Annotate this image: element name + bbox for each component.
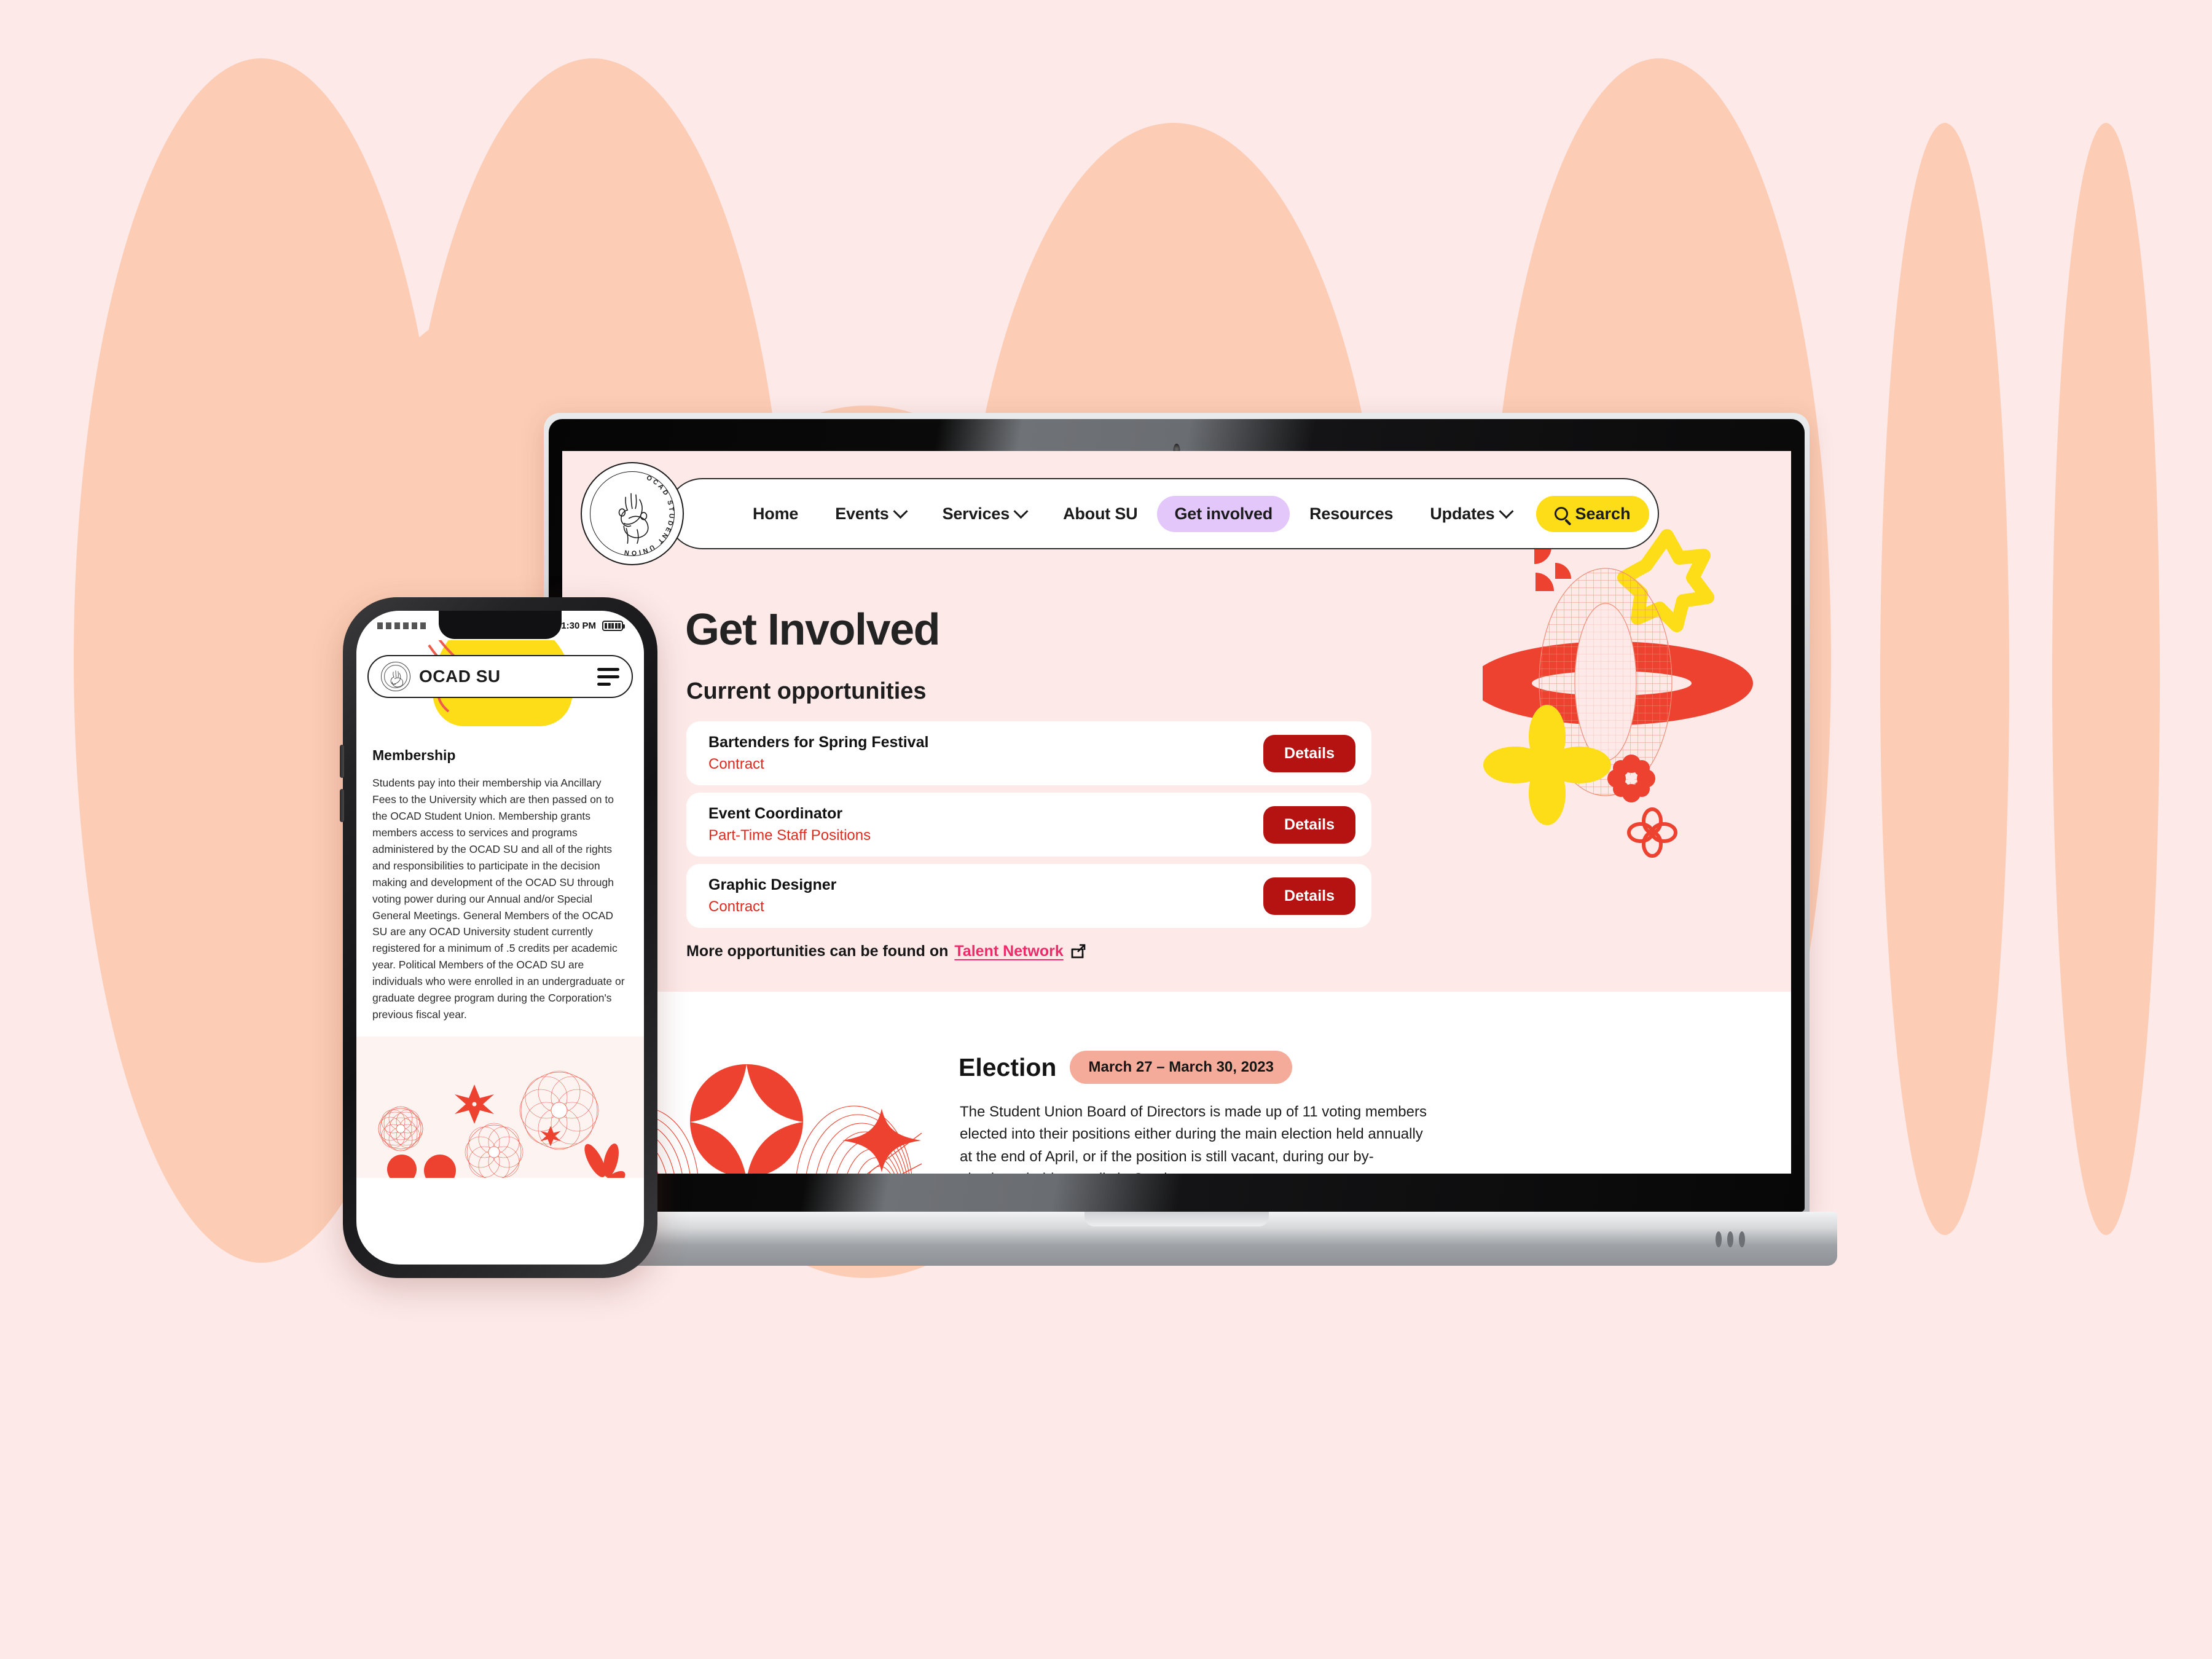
chevron-down-icon xyxy=(1013,503,1029,519)
opportunities-list: Bartenders for Spring Festival Contract … xyxy=(686,721,1371,935)
nav-item-get-involved[interactable]: Get involved xyxy=(1157,495,1290,532)
signal-bars-icon xyxy=(377,622,426,629)
opportunity-type: Contract xyxy=(708,898,764,915)
hamburger-menu-icon[interactable] xyxy=(597,667,619,686)
opportunity-card[interactable]: Bartenders for Spring Festival Contract … xyxy=(686,721,1371,785)
laptop-base xyxy=(516,1212,1837,1266)
phone-footer-decoration xyxy=(356,1037,644,1179)
nav-item-about-su[interactable]: About SU xyxy=(1046,496,1155,532)
nav-label: Resources xyxy=(1309,504,1394,523)
nav-item-updates[interactable]: Updates xyxy=(1413,496,1528,532)
opportunity-card[interactable]: Graphic Designer Contract Details xyxy=(686,864,1371,928)
phone-article: Membership Students pay into their membe… xyxy=(356,747,644,1024)
nav-label: Services xyxy=(942,504,1010,523)
opportunity-title: Bartenders for Spring Festival xyxy=(708,734,929,751)
phone-mockup: 1:30 PM OCAD SU Membership Students pay … xyxy=(340,597,657,1278)
election-heading: Election xyxy=(959,1053,1057,1081)
laptop-screen: OCAD STUDENT UNION Home Events Services … xyxy=(562,451,1791,1174)
search-icon xyxy=(1554,507,1568,520)
opportunity-info: Event Coordinator Part-Time Staff Positi… xyxy=(708,805,871,844)
nav-label: About SU xyxy=(1063,504,1138,523)
phone-notch xyxy=(439,611,562,639)
opportunity-title: Event Coordinator xyxy=(708,805,843,822)
nav-item-events[interactable]: Events xyxy=(818,496,922,532)
chevron-down-icon xyxy=(1498,503,1514,519)
svg-text:OCAD STUDENT UNION: OCAD STUDENT UNION xyxy=(622,474,675,556)
election-header: Election March 27 – March 30, 2023 xyxy=(959,1051,1292,1084)
election-date-badge: March 27 – March 30, 2023 xyxy=(1070,1051,1292,1084)
talent-network-link[interactable]: Talent Network xyxy=(954,943,1063,960)
phone-brand-label: OCAD SU xyxy=(419,667,501,686)
site-header: OCAD STUDENT UNION Home Events Services … xyxy=(581,462,1659,565)
page-title: Get Involved xyxy=(685,605,941,654)
chevron-down-icon xyxy=(893,503,908,519)
more-opportunities-line: More opportunities can be found on Talen… xyxy=(686,943,1086,960)
get-involved-section: OCAD STUDENT UNION Home Events Services … xyxy=(562,451,1791,992)
ocad-seal-icon[interactable] xyxy=(381,662,410,691)
phone-hero-graphic: OCAD SU xyxy=(356,640,644,731)
opportunity-card[interactable]: Event Coordinator Part-Time Staff Positi… xyxy=(686,793,1371,857)
nav-label: Home xyxy=(753,504,799,523)
status-right: 1:30 PM xyxy=(561,620,625,631)
phone-screen: 1:30 PM OCAD SU Membership Students pay … xyxy=(356,611,644,1265)
laptop-ports xyxy=(1716,1231,1745,1247)
status-time: 1:30 PM xyxy=(561,620,596,631)
phone-volume-button[interactable] xyxy=(340,789,344,822)
section-subtitle: Current opportunities xyxy=(686,678,927,704)
ocad-su-logo[interactable]: OCAD STUDENT UNION xyxy=(581,462,684,565)
election-section: Election March 27 – March 30, 2023 The S… xyxy=(562,992,1791,1174)
opportunity-title: Graphic Designer xyxy=(708,876,837,893)
opportunity-type: Part-Time Staff Positions xyxy=(708,827,871,844)
opportunity-type: Contract xyxy=(708,756,764,772)
membership-heading: Membership xyxy=(372,747,456,763)
battery-icon xyxy=(602,620,625,631)
nav-item-home[interactable]: Home xyxy=(735,496,815,532)
background-ellipse xyxy=(2052,123,2160,1235)
opportunity-info: Graphic Designer Contract xyxy=(708,876,836,916)
laptop-mockup: OCAD STUDENT UNION Home Events Services … xyxy=(516,413,1837,1273)
nav-label: Events xyxy=(835,504,889,523)
election-body-text: The Student Union Board of Directors is … xyxy=(960,1104,1427,1174)
more-opportunities-text: More opportunities can be found on xyxy=(686,943,949,960)
background-ellipse xyxy=(1880,123,2009,1235)
main-navigation: Home Events Services About SU Get involv… xyxy=(667,478,1659,549)
external-link-icon xyxy=(1070,944,1086,960)
phone-volume-button[interactable] xyxy=(340,745,344,778)
nav-item-services[interactable]: Services xyxy=(925,496,1044,532)
search-label: Search xyxy=(1575,504,1631,523)
details-button[interactable]: Details xyxy=(1263,734,1355,772)
details-button[interactable]: Details xyxy=(1263,877,1355,915)
nav-label: Updates xyxy=(1430,504,1495,523)
details-button[interactable]: Details xyxy=(1263,806,1355,844)
phone-header: OCAD SU xyxy=(367,655,633,698)
search-button[interactable]: Search xyxy=(1535,495,1649,532)
nav-label: Get involved xyxy=(1174,504,1273,523)
opportunity-info: Bartenders for Spring Festival Contract xyxy=(708,734,928,773)
membership-body: Students pay into their membership via A… xyxy=(372,777,625,1021)
decorative-graphic-right xyxy=(1470,528,1778,873)
anatomical-heart-icon: OCAD STUDENT UNION xyxy=(618,474,675,557)
nav-item-resources[interactable]: Resources xyxy=(1292,496,1410,532)
